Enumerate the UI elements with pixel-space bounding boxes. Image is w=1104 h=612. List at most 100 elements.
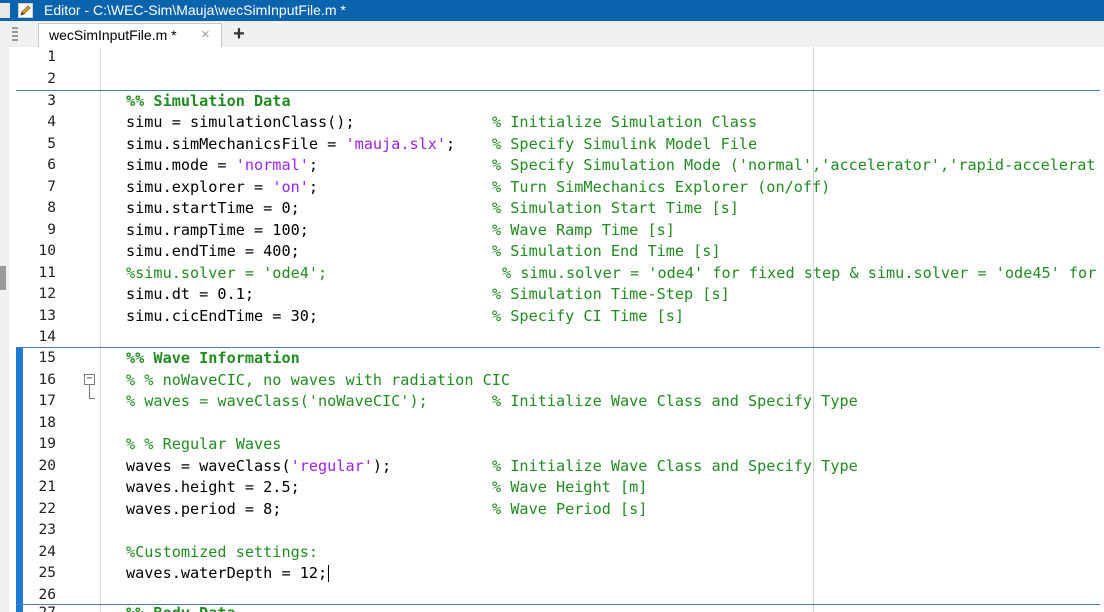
line-number: 20 bbox=[38, 457, 56, 474]
code-text: simu.cicEndTime = 30; bbox=[126, 306, 319, 325]
code-line[interactable]: 18 bbox=[0, 413, 1104, 435]
code-line[interactable]: 6 simu.mode = 'normal'; % Specify Simula… bbox=[0, 155, 1104, 177]
line-number: 9 bbox=[47, 221, 56, 238]
code-comment: % Initialize Wave Class and Specify Type bbox=[492, 392, 858, 410]
code-comment: % Specify Simulink Model File bbox=[492, 134, 758, 153]
line-number: 7 bbox=[47, 178, 56, 195]
string-literal: 'mauja.slx' bbox=[345, 134, 447, 153]
line-number: 18 bbox=[38, 414, 56, 431]
window-title-bar: Editor - C:\WEC-Sim\Mauja\wecSimInputFil… bbox=[0, 0, 1104, 21]
code-part: simu.simMechanicsFile = bbox=[126, 134, 346, 153]
code-line-current[interactable]: 25 waves.waterDepth = 12; bbox=[0, 563, 1104, 585]
string-literal: 'regular' bbox=[290, 456, 373, 475]
line-number: 1 bbox=[47, 49, 56, 65]
drag-grip-icon[interactable] bbox=[12, 27, 18, 43]
line-number: 2 bbox=[47, 70, 56, 87]
code-comment: % Specify Simulation Mode ('normal','acc… bbox=[492, 156, 1096, 174]
code-line[interactable]: 13 simu.cicEndTime = 30; % Specify CI Ti… bbox=[0, 306, 1104, 328]
line-number: 11 bbox=[38, 264, 56, 281]
string-literal: 'on' bbox=[272, 177, 309, 196]
code-text: waves.period = 8; bbox=[126, 499, 282, 518]
code-line[interactable]: 17 % waves = waveClass('noWaveCIC'); % I… bbox=[0, 391, 1104, 413]
tab-label: wecSimInputFile.m * bbox=[49, 27, 177, 43]
line-number: 24 bbox=[38, 543, 56, 560]
line-number: 25 bbox=[38, 565, 56, 581]
code-text: simu.simMechanicsFile = 'mauja.slx'; bbox=[126, 134, 455, 156]
code-comment: % Turn SimMechanics Explorer (on/off) bbox=[492, 177, 831, 196]
code-text: simu.dt = 0.1; bbox=[126, 285, 255, 303]
line-number: 17 bbox=[38, 393, 56, 409]
code-comment: % Simulation Start Time [s] bbox=[492, 199, 739, 217]
code-text: simu.rampTime = 100; bbox=[126, 220, 309, 239]
line-number: 10 bbox=[38, 243, 56, 259]
add-tab-button[interactable]: + bbox=[226, 24, 252, 46]
tab-strip: wecSimInputFile.m * × + bbox=[0, 21, 1104, 48]
code-line[interactable]: 22 waves.period = 8; % Wave Period [s] bbox=[0, 499, 1104, 521]
code-part: ; bbox=[308, 156, 319, 174]
close-tab-icon[interactable]: × bbox=[201, 26, 210, 43]
code-part: waves = waveClass( bbox=[126, 456, 291, 475]
code-line[interactable]: 12 simu.dt = 0.1; % Simulation Time-Step… bbox=[0, 284, 1104, 306]
code-line[interactable]: 21 waves.height = 2.5; % Wave Height [m] bbox=[0, 477, 1104, 499]
code-part: ); bbox=[372, 456, 392, 475]
line-number: 14 bbox=[38, 328, 56, 345]
line-number: 15 bbox=[38, 350, 56, 366]
line-number: 12 bbox=[38, 286, 56, 302]
code-comment: % Simulation Time-Step [s] bbox=[492, 285, 730, 303]
code-comment: % Wave Height [m] bbox=[492, 478, 648, 496]
code-line[interactable]: 27 %% Body Data bbox=[0, 603, 1104, 612]
code-line[interactable]: 5 simu.simMechanicsFile = 'mauja.slx'; %… bbox=[0, 134, 1104, 156]
window-edge bbox=[0, 3, 10, 18]
line-number: 3 bbox=[47, 92, 56, 109]
line-number: 23 bbox=[38, 522, 56, 538]
code-text: simu.startTime = 0; bbox=[126, 199, 300, 217]
code-comment: % Wave Ramp Time [s] bbox=[492, 220, 675, 239]
code-comment: % Specify CI Time [s] bbox=[492, 306, 685, 325]
code-line[interactable]: 2 bbox=[0, 69, 1104, 91]
line-number: 22 bbox=[38, 500, 56, 517]
code-comment: % Initialize Wave Class and Specify Type bbox=[492, 456, 858, 475]
tab-wecsiminputfile[interactable]: wecSimInputFile.m * × bbox=[38, 23, 222, 47]
code-part: ; bbox=[308, 177, 319, 196]
code-line[interactable]: 1 bbox=[0, 47, 1104, 69]
code-comment: % simu.solver = 'ode4' for fixed step & … bbox=[502, 263, 1097, 282]
line-number: 13 bbox=[38, 307, 56, 324]
code-text: % waves = waveClass('noWaveCIC'); bbox=[126, 392, 428, 410]
code-text: waves.waterDepth = 12; bbox=[126, 563, 330, 585]
code-line[interactable]: 9 simu.rampTime = 100; % Wave Ramp Time … bbox=[0, 220, 1104, 242]
code-text: simu = simulationClass(); bbox=[126, 113, 355, 131]
code-part: ; bbox=[446, 134, 456, 153]
string-literal: 'normal' bbox=[235, 156, 309, 174]
code-line[interactable]: 3 %% Simulation Data bbox=[0, 91, 1104, 113]
code-comment: % Initialize Simulation Class bbox=[492, 113, 758, 131]
line-number: 21 bbox=[38, 479, 56, 495]
line-number: 4 bbox=[47, 114, 56, 130]
code-line[interactable]: 8 simu.startTime = 0; % Simulation Start… bbox=[0, 198, 1104, 220]
code-line[interactable]: 20 waves = waveClass('regular'); % Initi… bbox=[0, 456, 1104, 478]
code-line[interactable]: 10 simu.endTime = 400; % Simulation End … bbox=[0, 241, 1104, 263]
code-text: waves = waveClass('regular'); bbox=[126, 456, 391, 478]
code-text: simu.endTime = 400; bbox=[126, 242, 300, 260]
section-heading: %% Body Data bbox=[126, 603, 236, 612]
code-line[interactable]: 15 %% Wave Information bbox=[0, 348, 1104, 370]
code-line[interactable]: 7 simu.explorer = 'on'; % Turn SimMechan… bbox=[0, 177, 1104, 199]
code-text: waves.height = 2.5; bbox=[126, 478, 300, 496]
line-number: 5 bbox=[47, 135, 56, 152]
section-heading: %% Wave Information bbox=[126, 349, 300, 367]
code-text: % % noWaveCIC, no waves with radiation C… bbox=[126, 371, 511, 389]
code-text: simu.explorer = 'on'; bbox=[126, 177, 318, 199]
line-number: 6 bbox=[47, 157, 56, 173]
code-line[interactable]: 16 % % noWaveCIC, no waves with radiatio… bbox=[0, 370, 1104, 392]
code-comment: % Wave Period [s] bbox=[492, 499, 648, 518]
code-line[interactable]: 23 bbox=[0, 520, 1104, 542]
code-part: simu.explorer = bbox=[126, 177, 273, 196]
code-line[interactable]: 11 %simu.solver = 'ode4'; % simu.solver … bbox=[0, 263, 1104, 285]
code-line[interactable]: 4 simu = simulationClass(); % Initialize… bbox=[0, 112, 1104, 134]
section-heading: %% Simulation Data bbox=[126, 91, 291, 110]
line-number: 19 bbox=[38, 436, 56, 452]
window-title: Editor - C:\WEC-Sim\Mauja\wecSimInputFil… bbox=[44, 2, 346, 18]
code-line[interactable]: 19 % % Regular Waves bbox=[0, 434, 1104, 456]
code-line[interactable]: 14 bbox=[0, 327, 1104, 349]
code-part: simu.mode = bbox=[126, 156, 236, 174]
code-line[interactable]: 24 %Customized settings: bbox=[0, 542, 1104, 564]
